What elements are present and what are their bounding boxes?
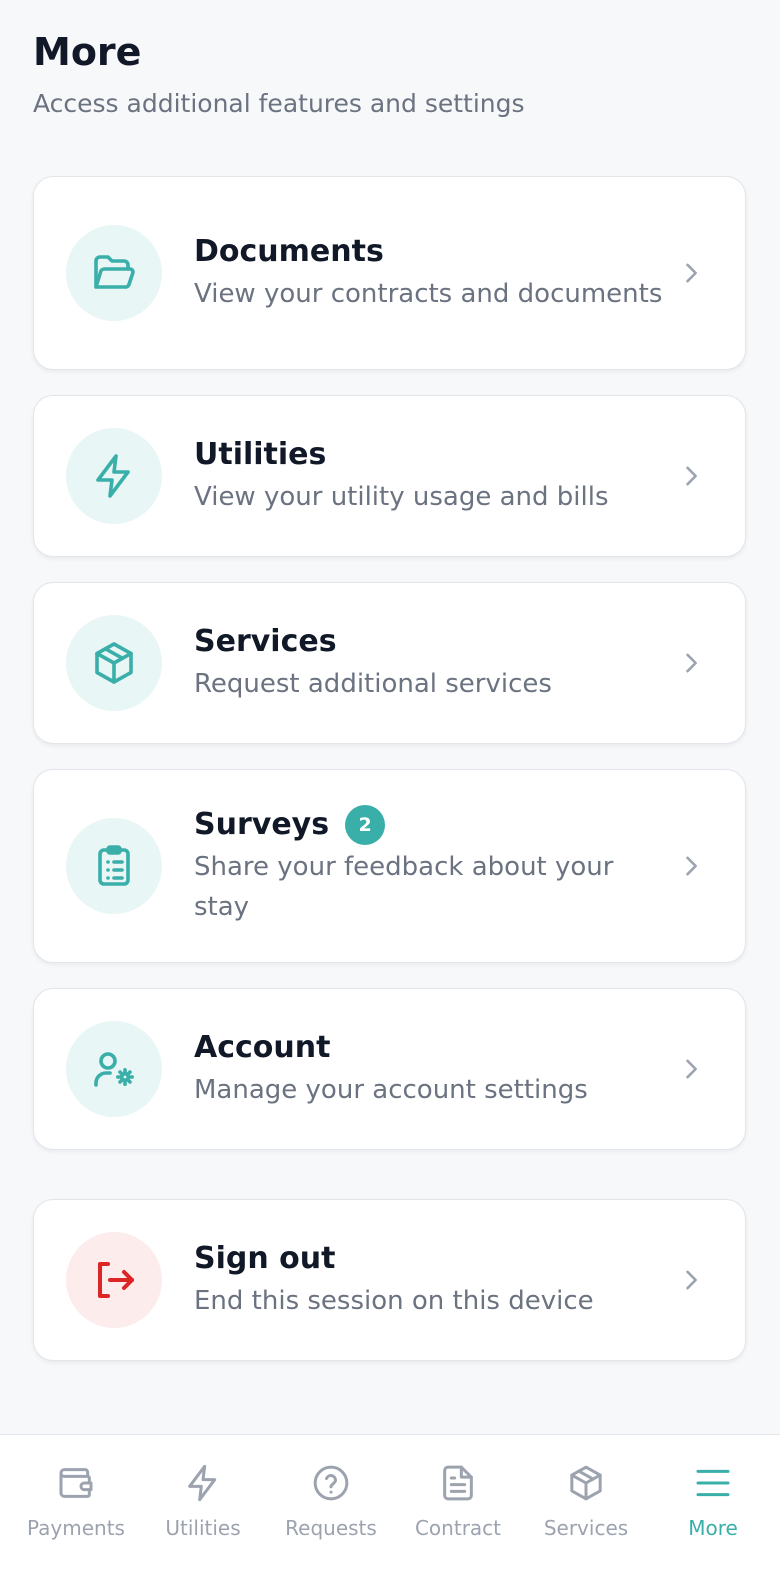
nav-label-services: Services (543, 1516, 629, 1540)
documents-title: Documents (194, 234, 384, 269)
sign-out-card[interactable]: Sign out End this session on this device (33, 1199, 746, 1361)
sign-out-description: End this session on this device (194, 1286, 594, 1316)
services-text: Services Request additional services (194, 622, 665, 704)
package-icon (570, 1465, 602, 1501)
account-description: Manage your account settings (194, 1075, 588, 1105)
chevron-right-icon (686, 263, 697, 283)
menu-icon (696, 1469, 730, 1497)
services-title: Services (194, 624, 337, 659)
utilities-card[interactable]: Utilities View your utility usage and bi… (33, 395, 746, 557)
nav-item-more[interactable]: More (648, 1435, 778, 1565)
clipboard-icon (66, 818, 162, 914)
chevron-right-icon (686, 653, 697, 673)
package-icon (66, 615, 162, 711)
page-subtitle: Access additional features and settings (33, 89, 525, 118)
nav-label-requests: Requests (285, 1516, 377, 1540)
page-title: More (33, 30, 142, 74)
user-settings-icon (66, 1021, 162, 1117)
surveys-description: Share your feedback about your stay (194, 852, 614, 922)
bottom-nav: Payments Utilities Requests Contract Ser… (0, 1434, 780, 1574)
sign-out-text: Sign out End this session on this device (194, 1239, 665, 1321)
surveys-text: Surveys 2 Share your feedback about your… (194, 805, 665, 927)
more-page: More Access additional features and sett… (0, 0, 780, 1574)
nav-label-contract: Contract (414, 1516, 502, 1540)
account-card[interactable]: Account Manage your account settings (33, 988, 746, 1150)
lightning-icon (188, 1464, 217, 1502)
documents-card[interactable]: Documents View your contracts and docume… (33, 176, 746, 370)
chevron-right-icon (686, 856, 697, 876)
services-card[interactable]: Services Request additional services (33, 582, 746, 744)
document-icon (443, 1465, 473, 1501)
chevron-right-icon (686, 1059, 697, 1079)
utilities-text: Utilities View your utility usage and bi… (194, 435, 665, 517)
account-text: Account Manage your account settings (194, 1028, 665, 1110)
folder-icon (66, 225, 162, 321)
nav-item-payments[interactable]: Payments (11, 1435, 141, 1565)
nav-label-utilities: Utilities (165, 1516, 241, 1540)
nav-item-utilities[interactable]: Utilities (138, 1435, 268, 1565)
chevron-right-icon (686, 466, 697, 486)
account-title: Account (194, 1030, 331, 1065)
help-circle-icon (313, 1465, 349, 1501)
wallet-icon (59, 1468, 93, 1498)
nav-item-requests[interactable]: Requests (266, 1435, 396, 1565)
nav-label-more: More (688, 1516, 738, 1540)
sign-out-title: Sign out (194, 1241, 336, 1276)
surveys-title-row: Surveys 2 (194, 805, 665, 845)
documents-text: Documents View your contracts and docume… (194, 232, 665, 314)
nav-label-payments: Payments (27, 1516, 125, 1540)
page-header: More Access additional features and sett… (33, 28, 525, 122)
nav-item-contract[interactable]: Contract (393, 1435, 523, 1565)
utilities-description: View your utility usage and bills (194, 482, 609, 512)
utilities-title: Utilities (194, 437, 327, 472)
surveys-card[interactable]: Surveys 2 Share your feedback about your… (33, 769, 746, 963)
chevron-right-icon (686, 1270, 697, 1290)
lightning-icon (66, 428, 162, 524)
nav-item-services[interactable]: Services (521, 1435, 651, 1565)
documents-description: View your contracts and documents (194, 279, 663, 309)
surveys-title: Surveys (194, 807, 330, 842)
sign-out-icon (66, 1232, 162, 1328)
services-description: Request additional services (194, 669, 552, 699)
surveys-count-badge: 2 (345, 805, 386, 845)
